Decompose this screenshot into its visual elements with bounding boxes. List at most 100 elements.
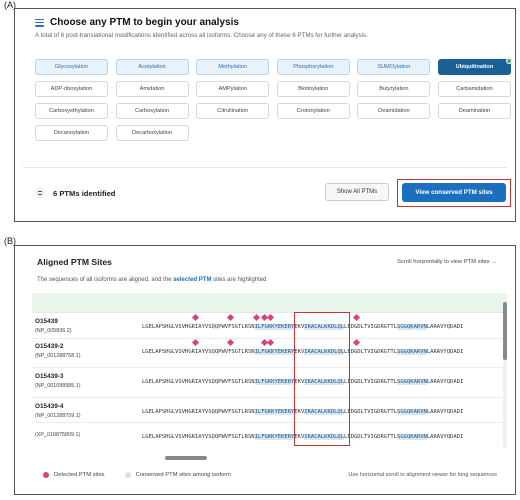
view-conserved-sites-button[interactable]: View conserved PTM sites [402,183,506,202]
row-divider [32,338,507,339]
alignment-row[interactable]: O15439-4 (NP_001288759.1) LGELAPSHGLVSVHGR… [35,399,505,424]
conserved-segment: SGGQKARVN [397,434,427,440]
horizontal-scroll-thumb[interactable] [165,456,207,460]
ptm-chip-carboxyethylation[interactable]: Carboxyethylation [35,103,108,119]
conserved-segment: ILFGKKYEKERY [254,409,295,415]
ptm-chip-label: ADP-ribosylation [50,86,93,92]
conserved-segment: SGGQKARVN [397,349,427,355]
alignment-row[interactable]: O15439-3 (NP_001098985.1) LGELAPSHGLVSVHGR… [35,369,505,394]
ptm-chip-carbamidation[interactable]: Carbamidation [437,81,511,97]
aligned-subtitle: The sequences of all isoforms are aligne… [37,277,267,283]
detected-site-marker[interactable] [191,313,200,322]
sequence-segment: LARAVYQDADI [426,434,464,440]
ptm-chip-ubiquitination[interactable]: Ubiquitination [437,58,512,75]
sequence-segment: LEDGDLTVIGDRGTTL [344,379,398,385]
aligned-title: Aligned PTM Sites [37,257,112,267]
ptm-chip-label: Decarboxylation [132,130,173,136]
aligned-subtitle-selected: selected PTM [173,277,212,283]
scroll-hint: Scroll horizontally to view PTM sites → [397,259,497,265]
ptm-chip-amidation[interactable]: Amidation [115,81,189,97]
sequence-segment: LARAVYQDADI [426,349,464,355]
ptm-count: 6 PTMs identified [35,188,115,198]
selector-subtitle: A total of 6 post-translational modifica… [35,32,368,39]
conserved-segment: ILFGKKYEKERY [254,434,295,440]
ptm-chip-label: Biotinylation [298,86,329,92]
sequence-segment: LARAVYQDADI [426,409,464,415]
ptm-chip-sumoylation[interactable]: SUMOylation [357,59,431,75]
isoform-accession: (NP_001098985.1) [35,383,81,389]
ptm-chip-citrullination[interactable]: Citrullination [196,103,270,119]
ptm-chip-label: Carboxyethylation [49,108,94,114]
sequence-segment: LGELAPSHGLVSVHGRIAYVSQQPWVFSGTLRSN [142,379,255,385]
detected-site-marker[interactable] [191,338,200,347]
ptm-chip-label: Decanoylation [53,130,90,136]
divider [23,167,507,168]
show-all-ptms-button[interactable]: Show All PTMs [325,183,389,201]
ptm-chip-label: Butyrylation [379,86,409,92]
sequence-segment: LEDGDLTVIGDRGTTL [344,409,398,415]
alignment-row[interactable]: (XP_016875809.1) LGELAPSHGLVSVHGRIAYVSQQP… [35,424,505,449]
ptm-chip-label: Amidation [139,86,165,92]
sequence-segment: LGELAPSHGLVSVHGRIAYVSQQPWVFSGTLRSN [142,409,255,415]
ptm-chip-label: Crotonylation [296,108,330,114]
ptm-chip-label: Deamidation [378,108,410,114]
selected-indicator-icon [505,58,512,64]
ptm-chip-adp-ribosylation[interactable]: ADP-ribosylation [35,81,108,97]
ptm-chip-label: AMPylation [218,86,247,92]
legend-conserved-label: Conserved PTM sites among isoform [135,472,231,478]
aligned-subtitle-post: sites are highlighted [211,277,267,283]
ptm-selector-panel: Choose any PTM to begin your analysis A … [14,8,516,222]
legend: Detected PTM sites Conserved PTM sites a… [43,472,231,478]
row-divider [32,422,507,423]
ptm-chip-acetylation[interactable]: Acetylation [115,59,189,75]
ptm-chip-decanoylation[interactable]: Decanoylation [35,125,108,141]
ptm-chip-grid: Glycosylation Acetylation Methylation Phosp… [35,58,512,141]
list-icon [35,18,44,27]
ptm-chip-label: Acetylation [138,64,166,70]
selector-title: Choose any PTM to begin your analysis [50,17,239,28]
ptm-chip-label: Glycosylation [54,64,89,70]
vertical-scroll-thumb[interactable] [503,302,507,360]
ptm-chip-glycosylation[interactable]: Glycosylation [35,59,108,75]
ptm-chip-carboxylation[interactable]: Carboxylation [115,103,189,119]
conserved-segment: ILFGKKYEKERY [254,349,295,355]
ptm-chip-label: Citrullination [217,108,249,114]
detected-site-marker[interactable] [266,338,275,347]
ptm-chip-methylation[interactable]: Methylation [196,59,270,75]
aligned-sites-panel: Aligned PTM Sites Scroll horizontally to… [14,245,516,495]
ptm-chip-biotinylation[interactable]: Biotinylation [276,81,350,97]
isoform-accession: (NP_005836.2) [35,328,72,334]
alignment-row[interactable]: O15439-2 (NP_001288758.1) LGELAPSHGLVSVHGR… [35,338,505,364]
ptm-chip-label: Deamination [458,108,491,114]
isoform-id: O15439-4 [35,403,64,410]
ptm-chip-butyrylation[interactable]: Butyrylation [357,81,431,97]
detected-site-marker[interactable] [252,313,261,322]
sequence-segment: LARAVYQDADI [426,379,464,385]
legend-note: Use horizontal scroll in alignment viewe… [348,472,497,478]
ptm-chip-crotonylation[interactable]: Crotonylation [276,103,350,119]
ptm-chip-deamidation[interactable]: Deamidation [357,103,431,119]
ptm-chip-ampylation[interactable]: AMPylation [196,81,270,97]
sequence-segment: LGELAPSHGLVSVHGRIAYVSQQPWVFSGTLRSN [142,324,255,330]
ptm-chip-label: Phosphorylation [293,64,334,70]
conserved-segment: ILFGKKYEKERY [254,324,295,330]
ptm-chip-label: Carboxylation [134,108,170,114]
ptm-chip-phosphorylation[interactable]: Phosphorylation [276,59,350,75]
alignment-row[interactable]: O15439 (NP_005836.2) LGELAPSHGLVSVHGRIAYVS… [35,313,505,339]
selector-header: Choose any PTM to begin your analysis [35,17,239,28]
ptm-chip-deamination[interactable]: Deamination [437,103,511,119]
aligned-subtitle-pre: The sequences of all isoforms are aligne… [37,277,174,283]
vertical-scrollbar[interactable] [503,298,507,448]
ptm-count-label: 6 PTMs identified [53,188,116,198]
sequence-segment: LGELAPSHGLVSVHGRIAYVSQQPWVFSGTLRSN [142,434,255,440]
sequence-segment: LGELAPSHGLVSVHGRIAYVSQQPWVFSGTLRSN [142,349,255,355]
isoform-id: O15439-2 [35,343,64,350]
highlight-box [294,312,350,446]
ptm-chip-decarboxylation[interactable]: Decarboxylation [115,125,189,141]
detected-site-marker[interactable] [226,338,235,347]
detected-site-marker[interactable] [352,338,361,347]
detected-site-marker[interactable] [352,313,361,322]
legend-detected-label: Detected PTM sites [54,472,105,478]
detected-site-marker[interactable] [226,313,235,322]
detected-site-marker[interactable] [266,313,275,322]
